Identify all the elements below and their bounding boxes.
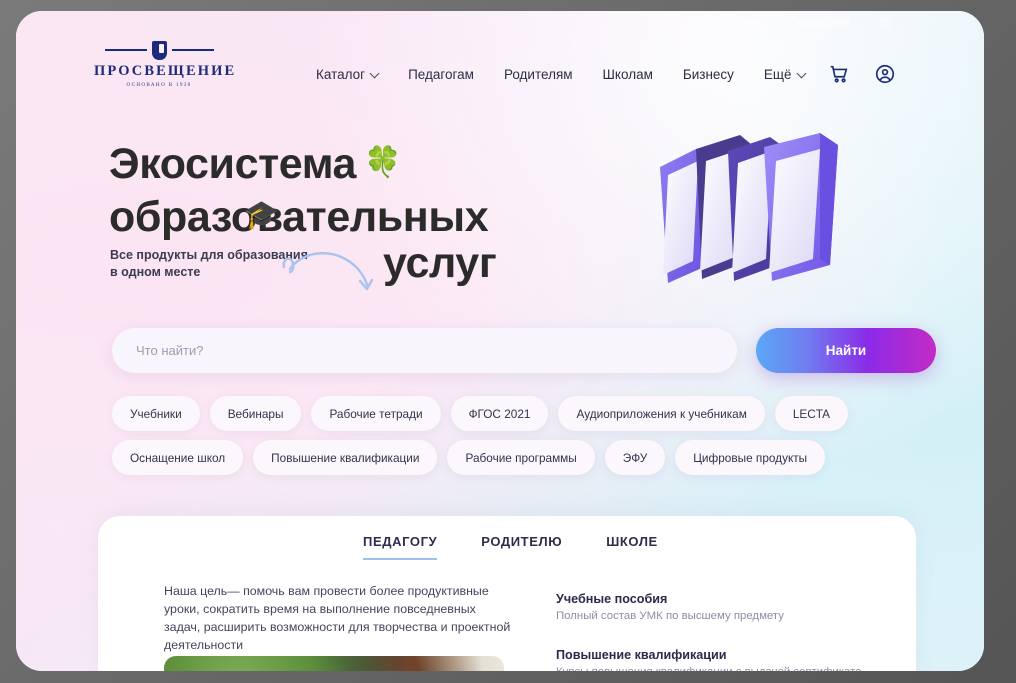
chip-qualification[interactable]: Повышение квалификации [253,440,438,475]
shield-book-icon [151,40,167,60]
feature-desc: Курсы повышения квалификации с выдачей с… [556,666,886,671]
logo-emblem-row [94,39,224,61]
chip-school-equipment[interactable]: Оснащение школ [112,440,244,475]
quick-filter-chips: Учебники Вебинары Рабочие тетради ФГОС 2… [112,396,848,484]
main-nav: Каталог Педагогам Родителям Школам Бизне… [316,67,806,82]
curved-arrow-annotation [282,252,374,291]
logo-rule-right [171,49,214,51]
hero-title-line1: Экосистема [109,140,357,188]
tab-bar: ПЕДАГОГУ РОДИТЕЛЮ ШКОЛЕ [363,534,658,560]
cart-icon[interactable] [828,63,850,85]
search-submit-button[interactable]: Найти [756,328,936,373]
hero-title-line2: образовательных [109,193,489,241]
chip-audio-apps[interactable]: Аудиоприложения к учебникам [558,396,765,431]
feature-item-qualification[interactable]: Повышение квалификации Курсы повышения к… [556,648,886,671]
nav-item-more[interactable]: Ещё [763,67,806,82]
nav-item-schools[interactable]: Школам [603,67,653,82]
nav-label: Каталог [316,67,366,82]
feature-item-textbooks[interactable]: Учебные пособия Полный состав УМК по выс… [556,592,886,622]
audience-tab-card: ПЕДАГОГУ РОДИТЕЛЮ ШКОЛЕ Наша цель— помоч… [98,516,916,671]
tab-school[interactable]: ШКОЛЕ [606,534,658,560]
logo-wordmark: ПРОСВЕЩЕНИЕ [94,63,237,79]
tab-parent[interactable]: РОДИТЕЛЮ [481,534,562,560]
chip-fgos-2021[interactable]: ФГОС 2021 [450,396,549,431]
chip-workbooks[interactable]: Рабочие тетради [311,396,441,431]
header-actions [828,63,896,85]
nav-label: Родителям [503,67,573,82]
chip-textbooks[interactable]: Учебники [112,396,200,431]
clover-emoji: 🍀 [364,146,402,179]
nav-label: Школам [602,67,653,82]
device-screen: Москва Поддержка ПРОСВЕЩЕНИЕ ОСНОВАНО В … [16,11,984,671]
hero-title-line3: услуг [383,239,497,287]
tab-teacher[interactable]: ПЕДАГОГУ [363,534,438,560]
nav-label: Педагогам [408,67,474,82]
nav-label: Ещё [763,67,792,82]
nav-item-business[interactable]: Бизнесу [683,67,734,82]
feature-list: Учебные пособия Полный состав УМК по выс… [556,592,886,671]
hero-title: Экосистема 🍀 образовательных 🎓 [109,136,529,244]
nav-item-catalog[interactable]: Каталог [316,67,380,82]
teacher-photo [164,656,504,671]
logo-tagline: ОСНОВАНО В 1930 [126,82,192,88]
logo-rule-left [104,49,147,51]
chip-efu[interactable]: ЭФУ [604,440,666,475]
account-icon[interactable] [874,63,896,85]
chevron-down-icon [369,68,380,78]
brand-logo[interactable]: ПРОСВЕЩЕНИЕ ОСНОВАНО В 1930 [94,39,237,88]
chevron-down-icon [796,68,806,78]
chip-work-programs[interactable]: Рабочие программы [447,440,595,475]
chip-digital-products[interactable]: Цифровые продукты [675,440,826,475]
chip-row-2: Оснащение школ Повышение квалификации Ра… [112,440,826,475]
tab-body-text: Наша цель— помочь вам провести более про… [164,584,511,652]
chip-lecta[interactable]: LECTA [774,396,848,431]
chip-row-1: Учебники Вебинары Рабочие тетради ФГОС 2… [112,396,848,431]
chip-webinars[interactable]: Вебинары [209,396,302,431]
nav-item-teachers[interactable]: Педагогам [408,67,474,82]
search-input[interactable] [112,328,737,373]
site-header: ПРОСВЕЩЕНИЕ ОСНОВАНО В 1930 Каталог Педа… [16,25,984,91]
feature-title: Повышение квалификации [556,648,727,662]
feature-desc: Полный состав УМК по высшему предмету [556,610,784,622]
search-row: Найти [112,328,936,373]
nav-label: Бизнесу [682,67,734,82]
3d-stacked-books-illustration [660,133,838,283]
device-frame: Москва Поддержка ПРОСВЕЩЕНИЕ ОСНОВАНО В … [0,0,1016,683]
graduation-cap-emoji: 🎓 [244,199,279,230]
feature-title: Учебные пособия [556,592,668,606]
nav-item-parents[interactable]: Родителям [504,67,573,82]
